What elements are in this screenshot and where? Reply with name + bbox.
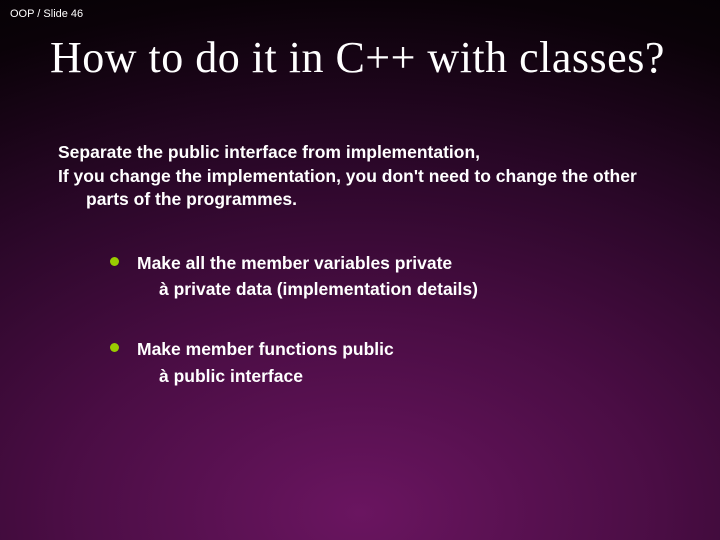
bullet-sub: à private data (implementation details) xyxy=(137,276,478,302)
slide-title: How to do it in C++ with classes? xyxy=(0,20,720,83)
bullet-icon xyxy=(110,343,119,352)
bullet-text: Make member functions public à public in… xyxy=(137,336,394,389)
list-item: Make all the member variables private à … xyxy=(110,250,720,303)
intro-line-1: Separate the public interface from imple… xyxy=(58,141,662,165)
intro-line-2: If you change the implementation, you do… xyxy=(58,165,662,212)
slide-header: OOP / Slide 46 xyxy=(0,0,720,20)
bullet-text: Make all the member variables private à … xyxy=(137,250,478,303)
bullet-sub: à public interface xyxy=(137,363,394,389)
bullet-main: Make all the member variables private xyxy=(137,253,452,273)
bullet-icon xyxy=(110,257,119,266)
bullet-list: Make all the member variables private à … xyxy=(0,212,720,389)
arrow-icon: à private data (implementation details) xyxy=(159,279,478,299)
intro-block: Separate the public interface from imple… xyxy=(0,83,720,212)
bullet-main: Make member functions public xyxy=(137,339,394,359)
list-item: Make member functions public à public in… xyxy=(110,336,720,389)
arrow-icon: à public interface xyxy=(159,366,303,386)
